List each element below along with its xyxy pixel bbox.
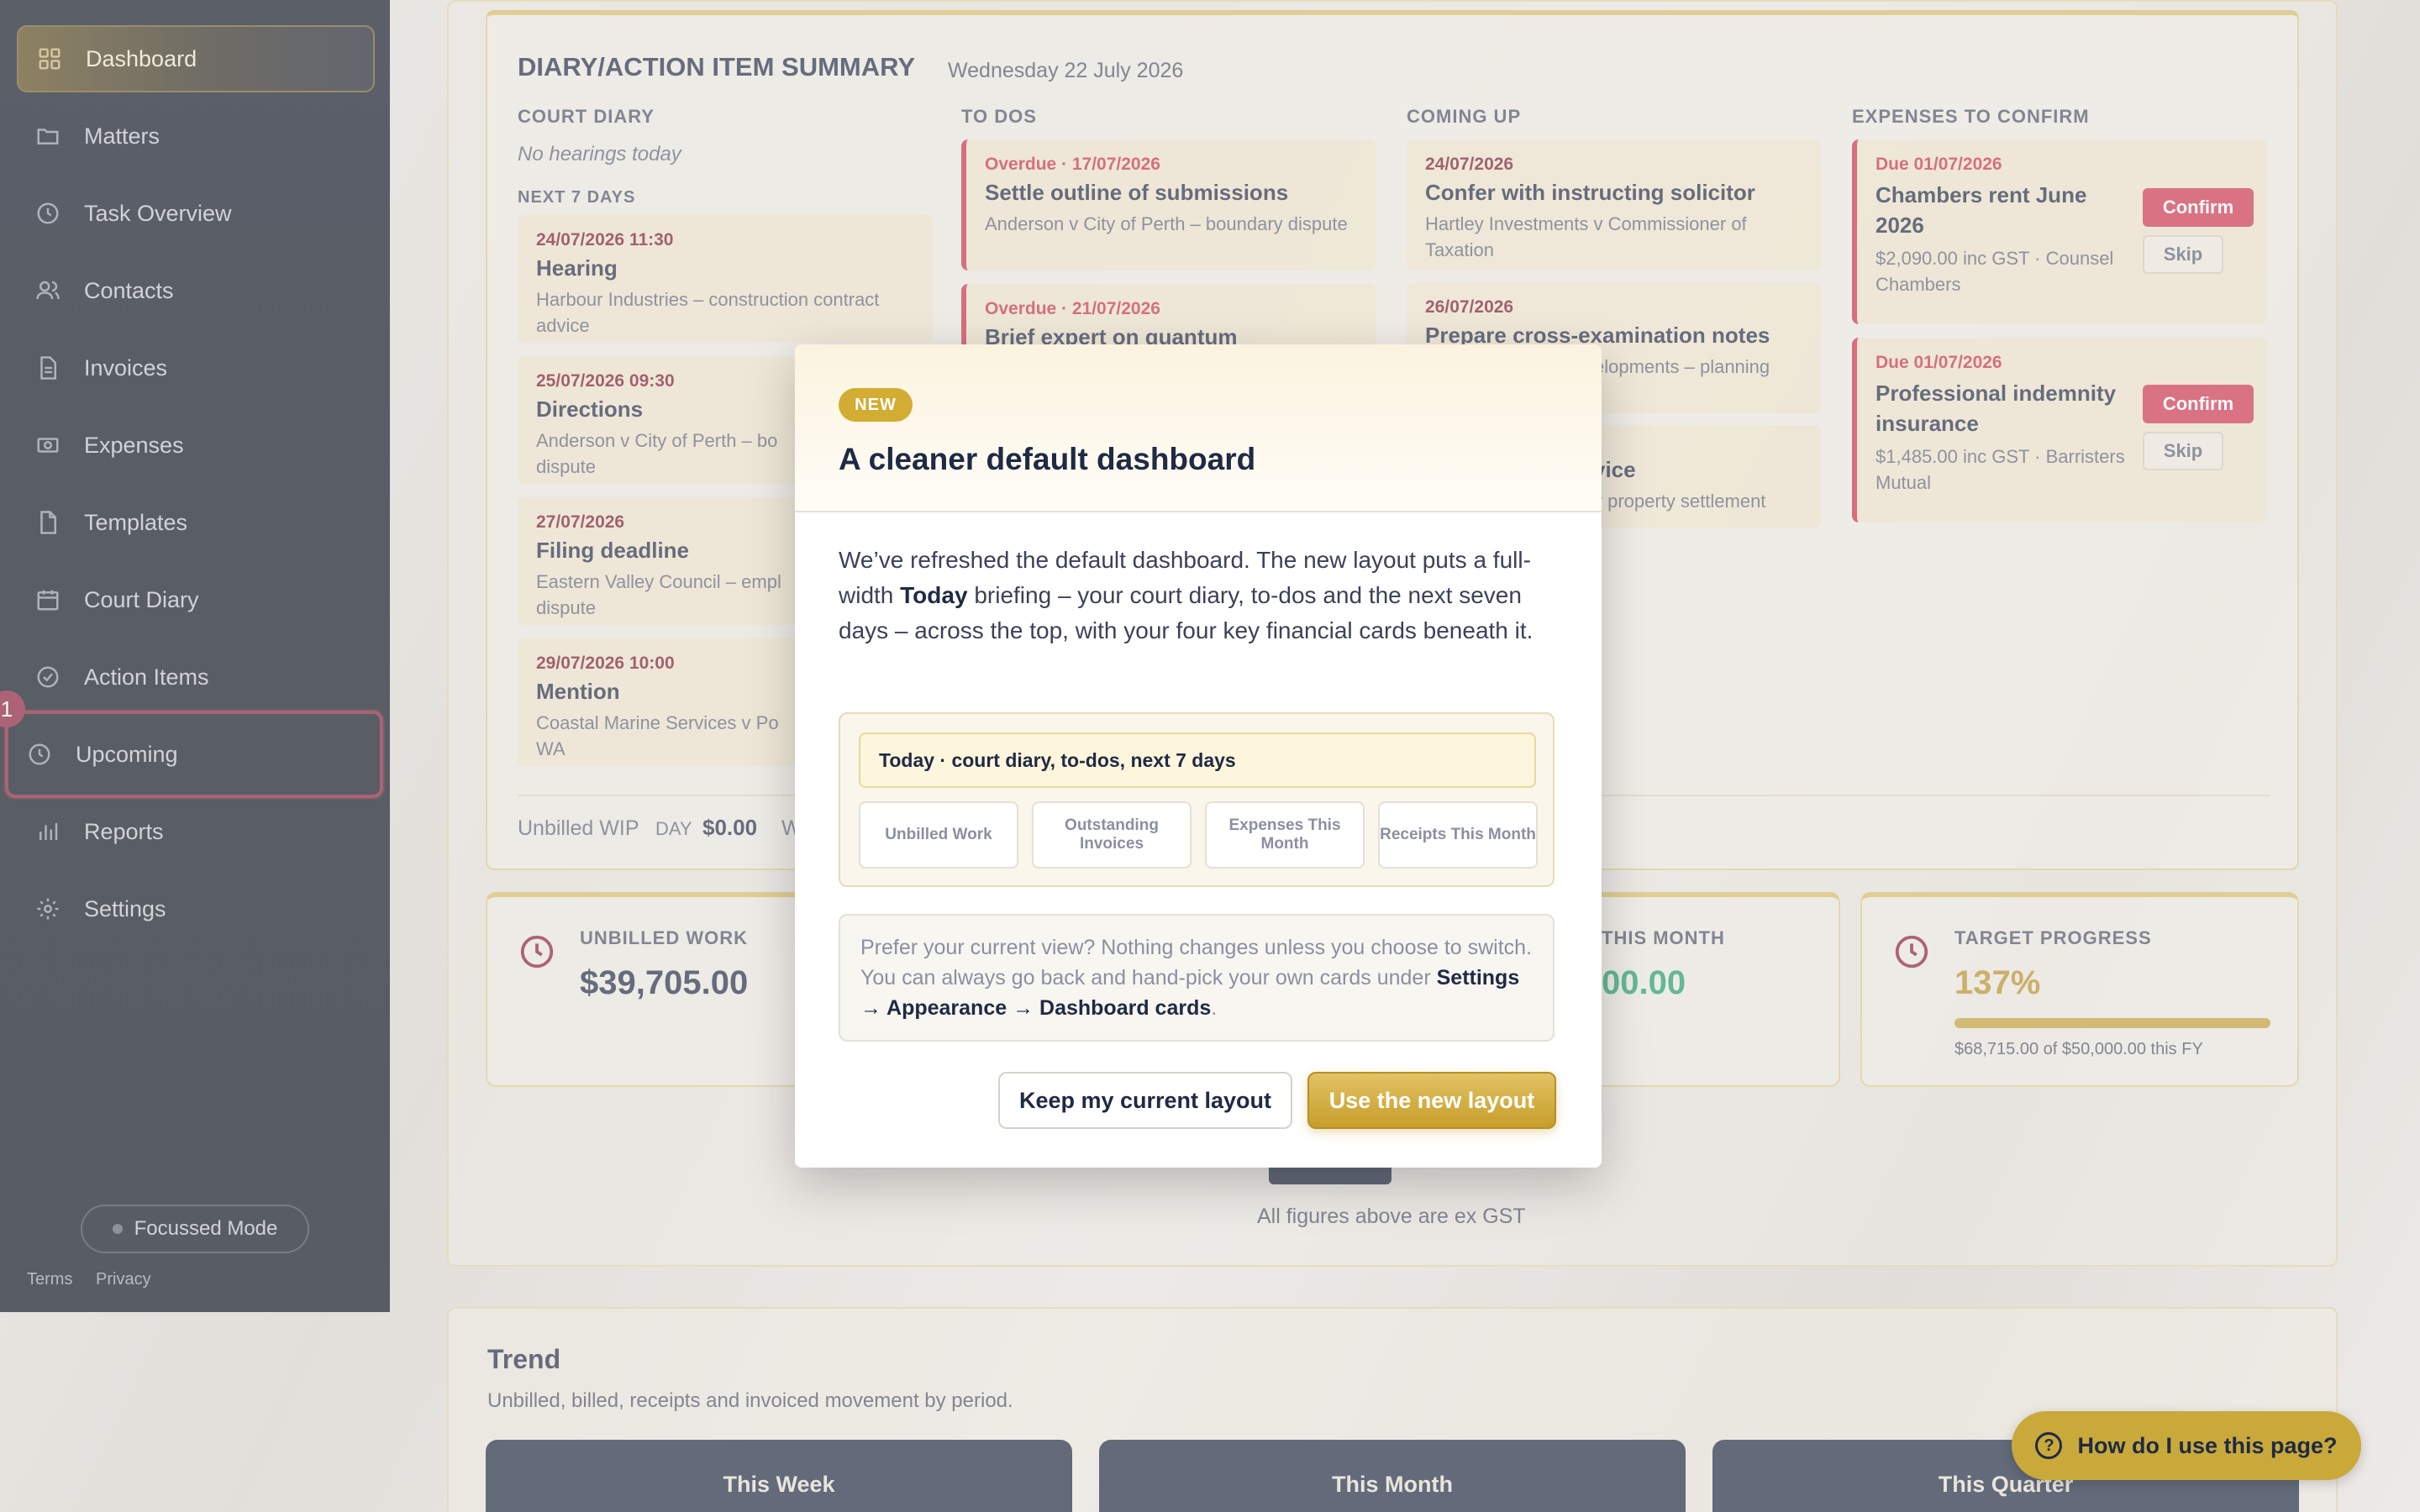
note-text: Prefer your current view? Nothing change… bbox=[860, 936, 1533, 990]
modal-description: We’ve refreshed the default dashboard. T… bbox=[839, 543, 1561, 648]
modal-title: A cleaner default dashboard bbox=[839, 442, 1256, 476]
help-button[interactable]: ? How do I use this page? bbox=[2012, 1411, 2361, 1480]
note-end: . bbox=[1211, 996, 1218, 1020]
use-new-layout-button[interactable]: Use the new layout bbox=[1307, 1072, 1556, 1129]
preview-card: Expenses This Month bbox=[1205, 801, 1365, 869]
preview-card: Outstanding Invoices bbox=[1032, 801, 1192, 869]
current-view-note: Prefer your current view? Nothing change… bbox=[839, 914, 1555, 1042]
preview-card: Receipts This Month bbox=[1378, 801, 1538, 869]
layout-preview: Today · court diary, to-dos, next 7 days… bbox=[839, 712, 1555, 887]
dashboard-update-modal: NEW A cleaner default dashboard We’ve re… bbox=[795, 344, 1602, 1168]
modal-header: NEW A cleaner default dashboard bbox=[795, 344, 1602, 512]
help-button-label: How do I use this page? bbox=[2077, 1432, 2338, 1458]
preview-today-strip: Today · court diary, to-dos, next 7 days bbox=[859, 732, 1536, 788]
preview-card: Unbilled Work bbox=[859, 801, 1018, 869]
question-icon: ? bbox=[2035, 1432, 2063, 1459]
new-badge: NEW bbox=[839, 388, 913, 422]
keep-current-layout-button[interactable]: Keep my current layout bbox=[998, 1072, 1292, 1129]
description-emphasis: Today bbox=[900, 582, 968, 608]
